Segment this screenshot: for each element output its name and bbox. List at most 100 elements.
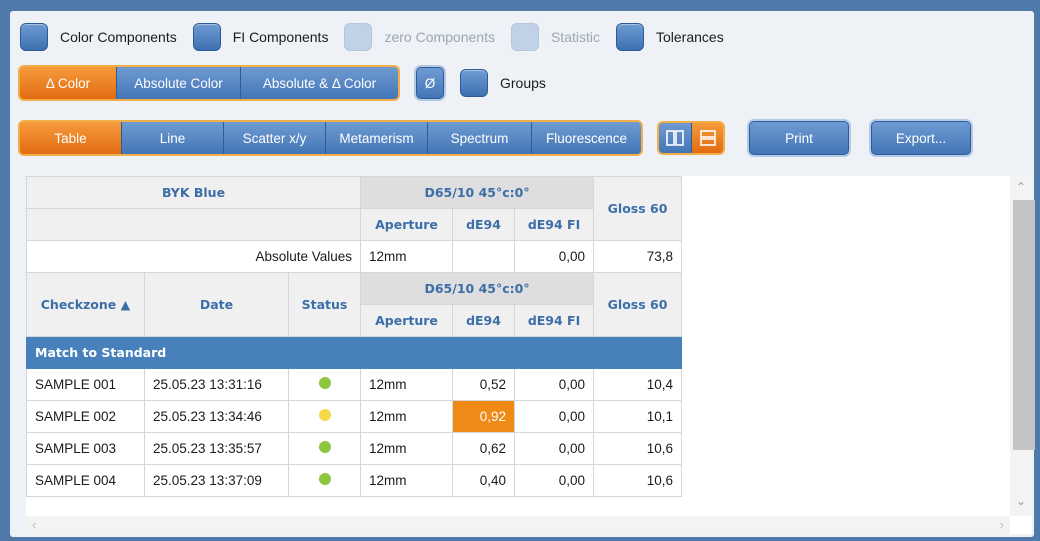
view-mode-row: Table Line Scatter x/y Metamerism Spectr…: [18, 116, 971, 160]
absolute-values-row: Absolute Values 12mm 0,00 73,8: [25, 240, 683, 273]
cell-gloss: 73,8: [593, 240, 683, 273]
table-row[interactable]: SAMPLE 001 25.05.23 13:31:16 12mm 0,52 0,00 1…: [26, 368, 683, 401]
checkbox-box[interactable]: [192, 23, 221, 51]
cell-date: 25.05.23 13:37:09: [144, 464, 289, 497]
cell-gloss: 10,4: [593, 368, 683, 401]
status-column-header[interactable]: Status: [287, 272, 362, 337]
cell-de94-fi: 0,00: [514, 240, 595, 273]
de94-header: dE94: [452, 304, 516, 337]
color-components-checkbox[interactable]: Color Components: [18, 23, 177, 51]
aperture-header: Aperture: [360, 304, 454, 337]
checkbox-label: FI Components: [232, 29, 329, 45]
tab-spectrum[interactable]: Spectrum: [427, 122, 531, 154]
cell-de94-fi: 0,00: [514, 368, 595, 401]
cell-de94: 0,52: [452, 368, 516, 401]
print-button[interactable]: Print: [749, 121, 849, 155]
results-area: BYK Blue D65/10 45°c:0° Gloss 60 Apertur…: [25, 176, 1035, 534]
cell-de94: 0,62: [452, 432, 516, 465]
cell-aperture: 12mm: [360, 240, 454, 273]
illuminant-header: D65/10 45°c:0°: [360, 176, 595, 209]
cell-aperture: 12mm: [360, 368, 454, 401]
vertical-scrollbar[interactable]: ⌃ ⌄: [1010, 176, 1035, 516]
absolute-color-button[interactable]: Absolute Color: [116, 67, 240, 99]
date-column-header[interactable]: Date: [144, 272, 289, 337]
average-button[interactable]: Ø: [416, 67, 444, 99]
status-indicator-icon: [318, 377, 331, 389]
cell-de94: 0,92: [452, 400, 516, 433]
groups-checkbox[interactable]: Groups: [458, 69, 546, 97]
cell-status: [287, 464, 362, 497]
group-label: Match to Standard: [25, 336, 683, 369]
color-mode-selector: Δ Color Absolute Color Absolute & Δ Colo…: [18, 65, 400, 101]
horizontal-scrollbar[interactable]: ‹ ›: [26, 516, 1010, 534]
results-table: BYK Blue D65/10 45°c:0° Gloss 60 Apertur…: [25, 176, 683, 497]
color-mode-row: Δ Color Absolute Color Absolute & Δ Colo…: [18, 63, 560, 103]
tab-line[interactable]: Line: [121, 122, 223, 154]
cell-status: [287, 432, 362, 465]
cell-aperture: 12mm: [360, 400, 454, 433]
cell-checkzone: SAMPLE 001: [26, 368, 145, 401]
scroll-down-icon[interactable]: ⌄: [1014, 494, 1028, 508]
scroll-up-icon[interactable]: ⌃: [1014, 180, 1028, 194]
fi-components-checkbox[interactable]: FI Components: [191, 23, 329, 51]
export-button[interactable]: Export...: [871, 121, 971, 155]
stacked-layout-button[interactable]: [691, 123, 723, 153]
view-mode-selector: Table Line Scatter x/y Metamerism Spectr…: [18, 120, 643, 156]
status-indicator-icon: [318, 409, 331, 421]
side-by-side-layout-button[interactable]: [659, 123, 691, 153]
delta-color-button[interactable]: Δ Color: [20, 67, 116, 99]
de94-fi-header: dE94 FI: [514, 304, 595, 337]
illuminant-header: D65/10 45°c:0°: [360, 272, 595, 305]
cell-gloss: 10,1: [593, 400, 683, 433]
cell-aperture: 12mm: [360, 432, 454, 465]
cell-status: [287, 400, 362, 433]
standard-name: BYK Blue: [25, 176, 362, 209]
status-indicator-icon: [318, 441, 331, 453]
status-indicator-icon: [318, 473, 331, 485]
cell-aperture: 12mm: [360, 464, 454, 497]
cell-date: 25.05.23 13:34:46: [144, 400, 289, 433]
layout-toggle: [657, 121, 725, 155]
checkbox-label: Groups: [500, 75, 546, 91]
scroll-right-icon[interactable]: ›: [1000, 517, 1004, 532]
scroll-left-icon[interactable]: ‹: [32, 517, 36, 532]
checkbox-box[interactable]: [20, 23, 48, 51]
cell-checkzone: SAMPLE 004: [26, 464, 145, 497]
cell-de94-fi: 0,00: [514, 464, 595, 497]
de94-header: dE94: [452, 208, 516, 241]
de94-fi-header: dE94 FI: [514, 208, 595, 241]
absolute-values-label: Absolute Values: [25, 240, 362, 273]
scroll-thumb[interactable]: [1013, 200, 1035, 450]
checkbox-label: Tolerances: [655, 29, 724, 45]
absolute-delta-color-button[interactable]: Absolute & Δ Color: [240, 67, 398, 99]
tab-fluorescence[interactable]: Fluorescence: [531, 122, 641, 154]
checkzone-column-header[interactable]: Checkzone ▲: [26, 272, 145, 337]
cell-gloss: 10,6: [593, 464, 683, 497]
checkbox-label: Color Components: [60, 29, 177, 45]
blank-header: [25, 208, 362, 241]
columns-icon: [666, 130, 684, 146]
cell-de94-fi: 0,00: [514, 400, 595, 433]
tab-table[interactable]: Table: [20, 122, 121, 154]
table-row[interactable]: SAMPLE 004 25.05.23 13:37:09 12mm 0,40 0,00 1…: [26, 464, 683, 497]
cell-date: 25.05.23 13:35:57: [144, 432, 289, 465]
options-row: Color Components FI Components zero Comp…: [18, 22, 738, 52]
table-row[interactable]: SAMPLE 002 25.05.23 13:34:46 12mm 0,92 0,00 1…: [26, 400, 683, 433]
gloss-header: Gloss 60: [593, 272, 683, 337]
aperture-header: Aperture: [360, 208, 454, 241]
table-row[interactable]: SAMPLE 003 25.05.23 13:35:57 12mm 0,62 0,00 1…: [26, 432, 683, 465]
checkbox-label: Statistic: [550, 29, 600, 45]
checkbox-box: [344, 23, 373, 51]
cell-checkzone: SAMPLE 002: [26, 400, 145, 433]
cell-de94-fi: 0,00: [514, 432, 595, 465]
cell-date: 25.05.23 13:31:16: [144, 368, 289, 401]
tab-metamerism[interactable]: Metamerism: [325, 122, 427, 154]
cell-gloss: 10,6: [593, 432, 683, 465]
group-header-row: Match to Standard: [25, 336, 683, 369]
checkbox-box[interactable]: [460, 69, 488, 97]
gloss-header: Gloss 60: [593, 176, 683, 241]
checkbox-box[interactable]: [615, 23, 644, 51]
rows-icon: [699, 130, 716, 146]
tolerances-checkbox[interactable]: Tolerances: [614, 23, 724, 51]
tab-scatter[interactable]: Scatter x/y: [223, 122, 325, 154]
